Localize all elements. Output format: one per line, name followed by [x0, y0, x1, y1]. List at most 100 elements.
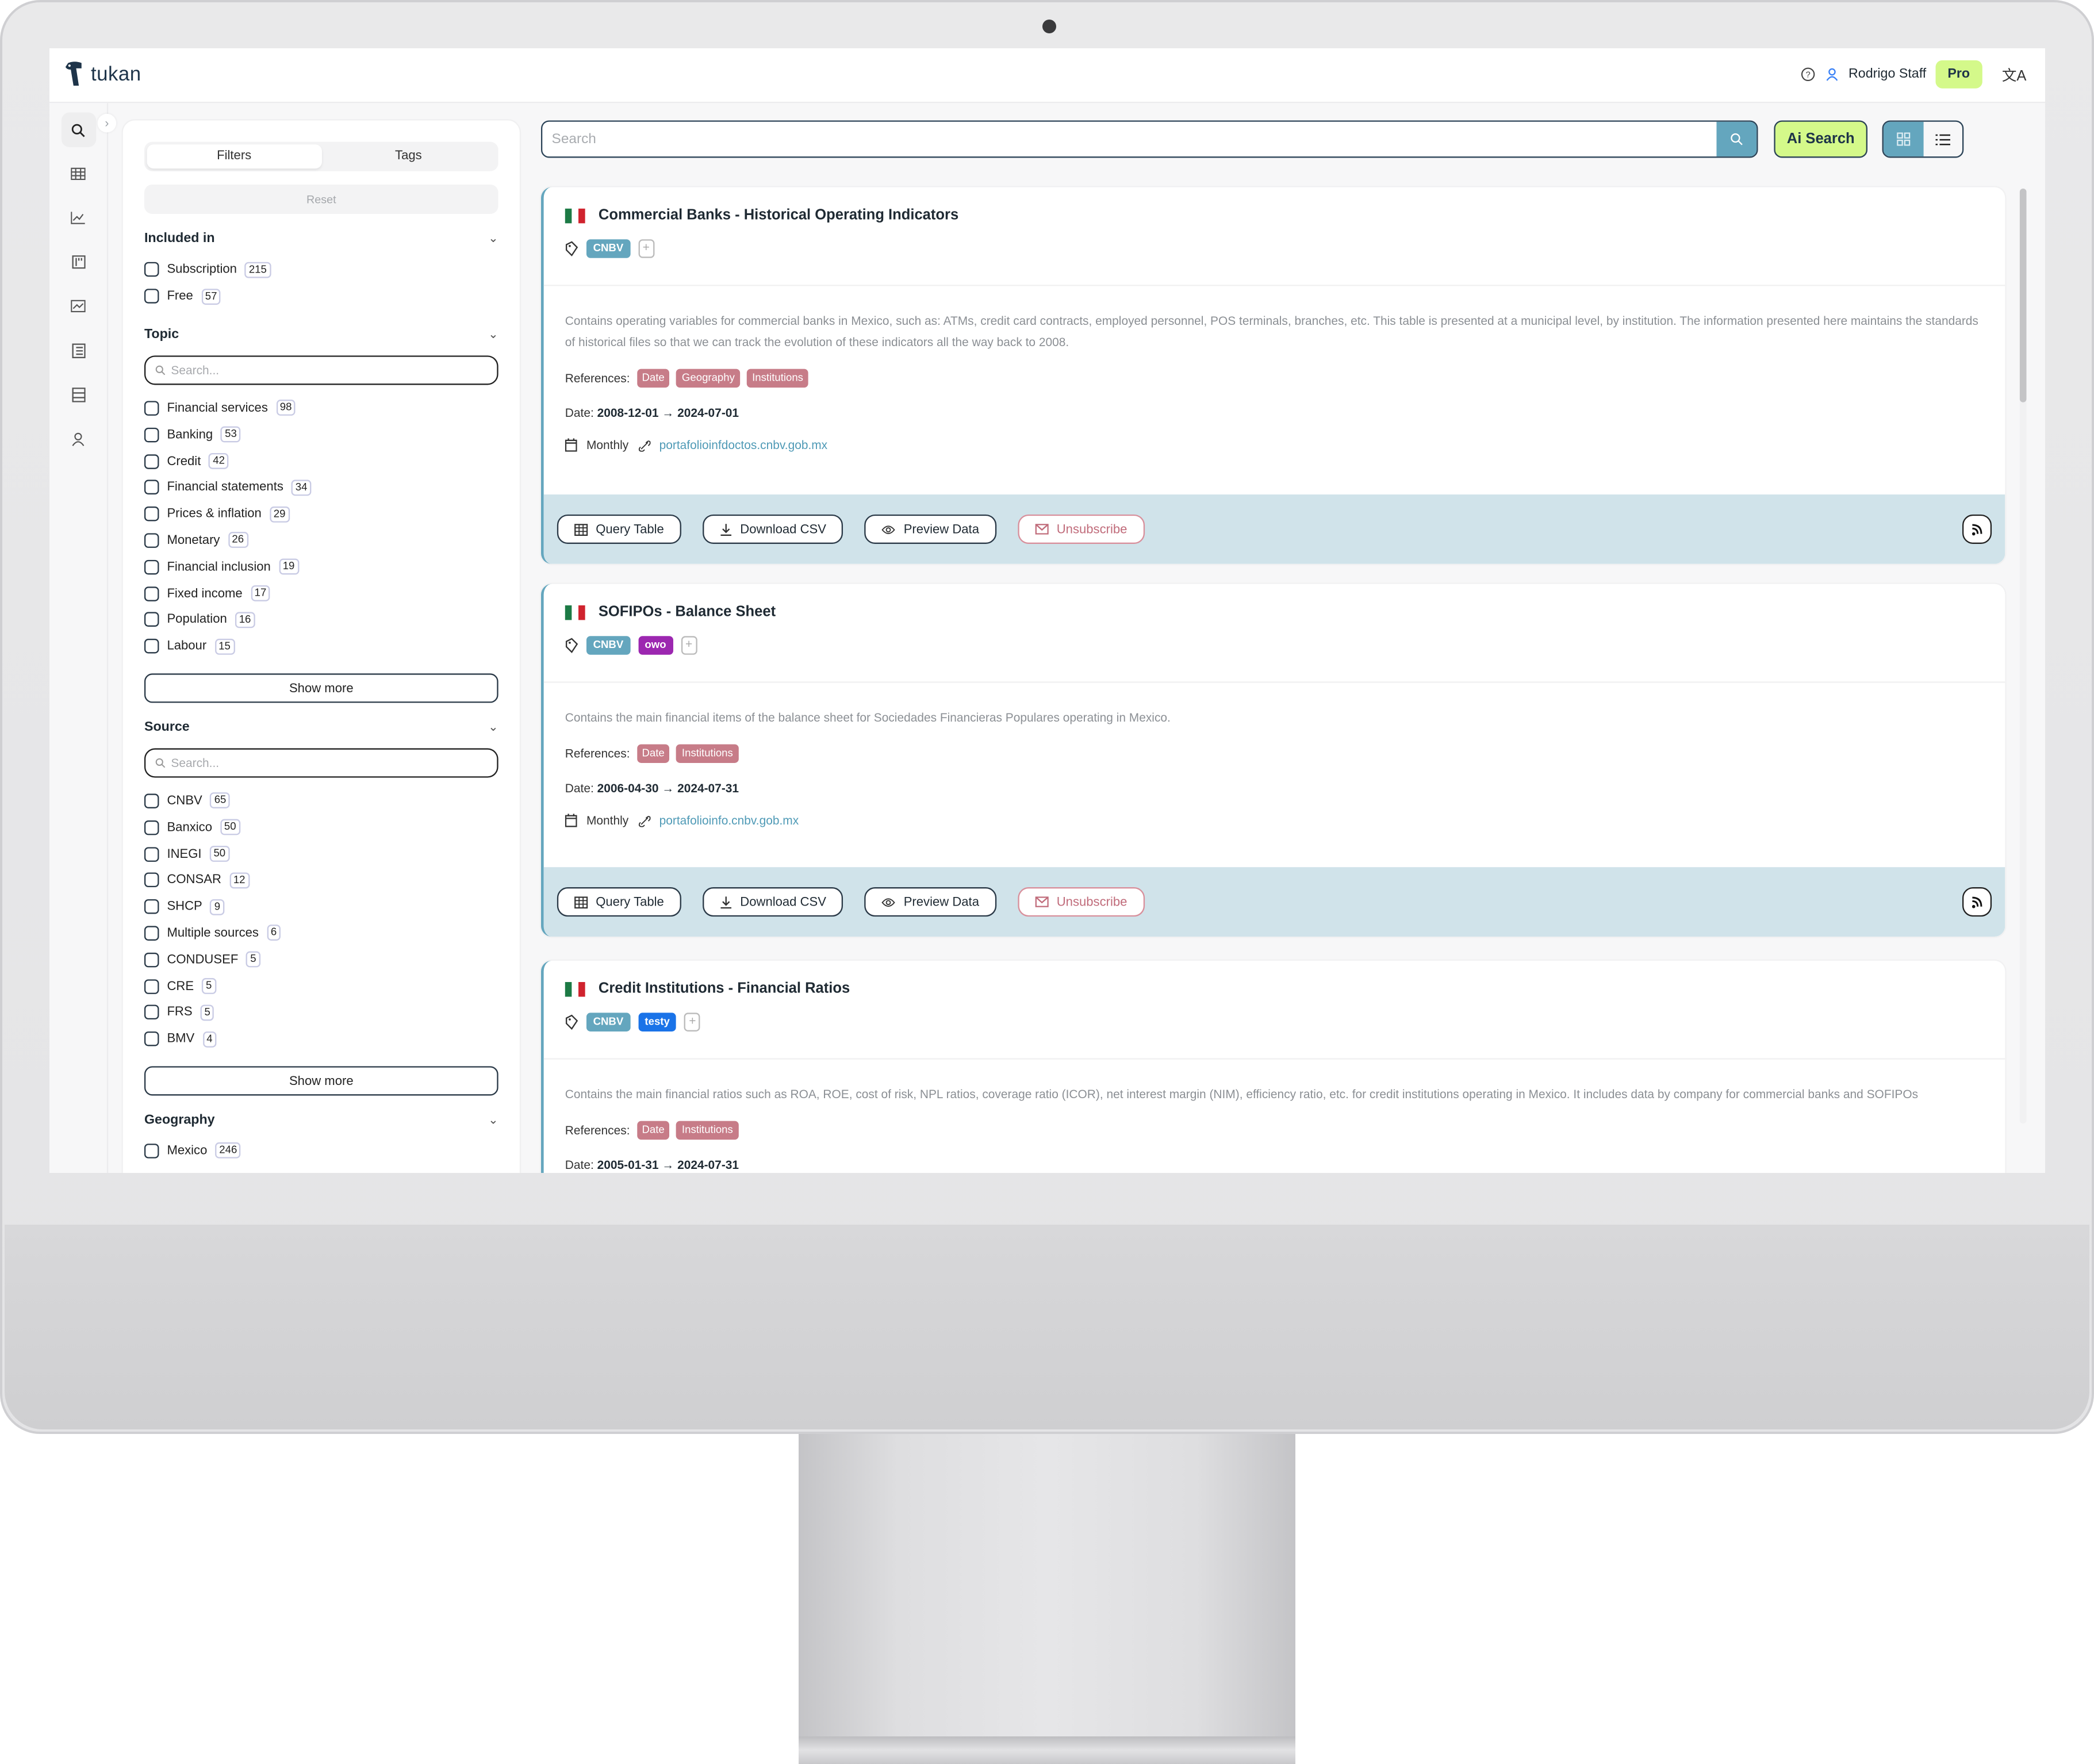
rss-feed-button[interactable]: [1962, 887, 1992, 917]
filter-option[interactable]: Banxico 50: [144, 814, 498, 841]
checkbox[interactable]: [144, 454, 159, 469]
checkbox[interactable]: [144, 586, 159, 601]
filter-option[interactable]: Monetary 26: [144, 527, 498, 554]
filter-option[interactable]: SHCP 9: [144, 893, 498, 920]
filter-option[interactable]: Prices & inflation 29: [144, 501, 498, 527]
tag-badge[interactable]: owo: [638, 636, 673, 655]
rail-item-charts[interactable]: [61, 201, 95, 235]
rail-item-tables[interactable]: [61, 156, 95, 191]
source-link[interactable]: portafolioinfo.cnbv.gob.mx: [659, 814, 799, 827]
plan-badge[interactable]: Pro: [1935, 60, 1982, 89]
checkbox[interactable]: [144, 926, 159, 941]
tab-filters[interactable]: Filters: [147, 144, 321, 169]
reference-tag[interactable]: Date: [636, 744, 670, 763]
rail-item-trends[interactable]: [61, 289, 95, 323]
checkbox[interactable]: [144, 507, 159, 521]
filter-option[interactable]: CONDUSEF 5: [144, 946, 498, 973]
tag-badge[interactable]: CNBV: [586, 636, 630, 655]
checkbox[interactable]: [144, 846, 159, 861]
checkbox[interactable]: [144, 1031, 159, 1046]
checkbox[interactable]: [144, 1143, 159, 1159]
filter-option[interactable]: Free 57: [144, 283, 498, 309]
section-topic[interactable]: Topic ⌄: [144, 327, 498, 342]
query-table-button[interactable]: Query Table: [557, 887, 682, 917]
rail-item-search[interactable]: [60, 112, 96, 147]
grid-view-button[interactable]: [1883, 121, 1923, 157]
tag-badge[interactable]: CNBV: [586, 1013, 630, 1031]
filter-option[interactable]: Credit 42: [144, 448, 498, 474]
download-csv-button[interactable]: Download CSV: [703, 514, 844, 544]
reference-tag[interactable]: Date: [636, 369, 670, 388]
checkbox[interactable]: [144, 820, 159, 835]
section-included[interactable]: Included in ⌄: [144, 231, 498, 246]
scrollbar-thumb[interactable]: [2019, 188, 2027, 402]
preview-data-button[interactable]: Preview Data: [865, 887, 997, 917]
filter-option[interactable]: Subscription 215: [144, 256, 498, 283]
source-search-input[interactable]: Search...: [144, 747, 498, 777]
unsubscribe-button[interactable]: Unsubscribe: [1018, 887, 1145, 917]
add-tag-button[interactable]: +: [638, 239, 654, 258]
filter-option[interactable]: Multiple sources 6: [144, 920, 498, 946]
filter-option[interactable]: INEGI 50: [144, 841, 498, 867]
checkbox[interactable]: [144, 401, 159, 416]
reference-tag[interactable]: Geography: [676, 369, 741, 388]
download-csv-button[interactable]: Download CSV: [703, 887, 844, 917]
source-link[interactable]: portafolioinfdoctos.cnbv.gob.mx: [659, 438, 828, 451]
checkbox[interactable]: [144, 952, 159, 967]
chevron-down-icon[interactable]: ⌄: [488, 720, 498, 735]
reference-tag[interactable]: Institutions: [676, 744, 739, 763]
topic-search-input[interactable]: Search...: [144, 355, 498, 385]
search-button[interactable]: [1716, 121, 1757, 157]
tag-badge[interactable]: testy: [638, 1013, 677, 1031]
chevron-down-icon[interactable]: ⌄: [488, 231, 498, 246]
card-title[interactable]: SOFIPOs - Balance Sheet: [599, 604, 776, 620]
expand-rail-chevron-icon[interactable]: ›: [97, 113, 117, 133]
user-icon[interactable]: [1824, 67, 1839, 82]
section-source[interactable]: Source ⌄: [144, 720, 498, 735]
add-tag-button[interactable]: +: [681, 636, 697, 655]
reference-tag[interactable]: Institutions: [746, 369, 809, 388]
section-geography[interactable]: Geography ⌄: [144, 1113, 498, 1128]
checkbox[interactable]: [144, 873, 159, 888]
translate-icon[interactable]: 文A: [2002, 64, 2027, 85]
search-input[interactable]: [542, 121, 1717, 157]
scrollbar[interactable]: [2019, 188, 2027, 1124]
filter-option[interactable]: Population 16: [144, 607, 498, 633]
filter-option[interactable]: CONSAR 12: [144, 867, 498, 893]
rail-item-account[interactable]: [61, 421, 95, 455]
filter-option[interactable]: Labour 15: [144, 633, 498, 659]
checkbox[interactable]: [144, 559, 159, 574]
checkbox[interactable]: [144, 612, 159, 627]
rail-item-dashboards[interactable]: [61, 245, 95, 279]
user-name[interactable]: Rodrigo Staff: [1848, 67, 1926, 82]
topic-show-more-button[interactable]: Show more: [144, 673, 498, 703]
filter-option[interactable]: Financial services 98: [144, 395, 498, 421]
rail-item-database[interactable]: [61, 377, 95, 412]
reference-tag[interactable]: Date: [636, 1121, 670, 1140]
card-title[interactable]: Credit Institutions - Financial Ratios: [599, 981, 850, 997]
reset-button[interactable]: Reset: [144, 184, 498, 214]
unsubscribe-button[interactable]: Unsubscribe: [1018, 514, 1145, 544]
filter-option[interactable]: CNBV 65: [144, 788, 498, 814]
checkbox[interactable]: [144, 480, 159, 495]
filter-option[interactable]: BMV 4: [144, 1026, 498, 1052]
filter-option[interactable]: FRS 5: [144, 999, 498, 1026]
source-show-more-button[interactable]: Show more: [144, 1065, 498, 1095]
filter-option[interactable]: Banking 53: [144, 421, 498, 448]
add-tag-button[interactable]: +: [684, 1013, 701, 1031]
filter-option[interactable]: Mexico 246: [144, 1138, 498, 1164]
rail-item-lists[interactable]: [61, 333, 95, 367]
checkbox[interactable]: [144, 899, 159, 914]
query-table-button[interactable]: Query Table: [557, 514, 682, 544]
checkbox[interactable]: [144, 639, 159, 654]
checkbox[interactable]: [144, 262, 159, 278]
list-view-button[interactable]: [1923, 122, 1962, 156]
ai-search-button[interactable]: Ai Search: [1774, 120, 1868, 158]
checkbox[interactable]: [144, 289, 159, 304]
chevron-down-icon[interactable]: ⌄: [488, 1113, 498, 1128]
tab-tags[interactable]: Tags: [321, 144, 496, 168]
filter-option[interactable]: Financial inclusion 19: [144, 554, 498, 580]
rss-feed-button[interactable]: [1962, 514, 1992, 544]
checkbox[interactable]: [144, 979, 159, 994]
checkbox[interactable]: [144, 427, 159, 442]
